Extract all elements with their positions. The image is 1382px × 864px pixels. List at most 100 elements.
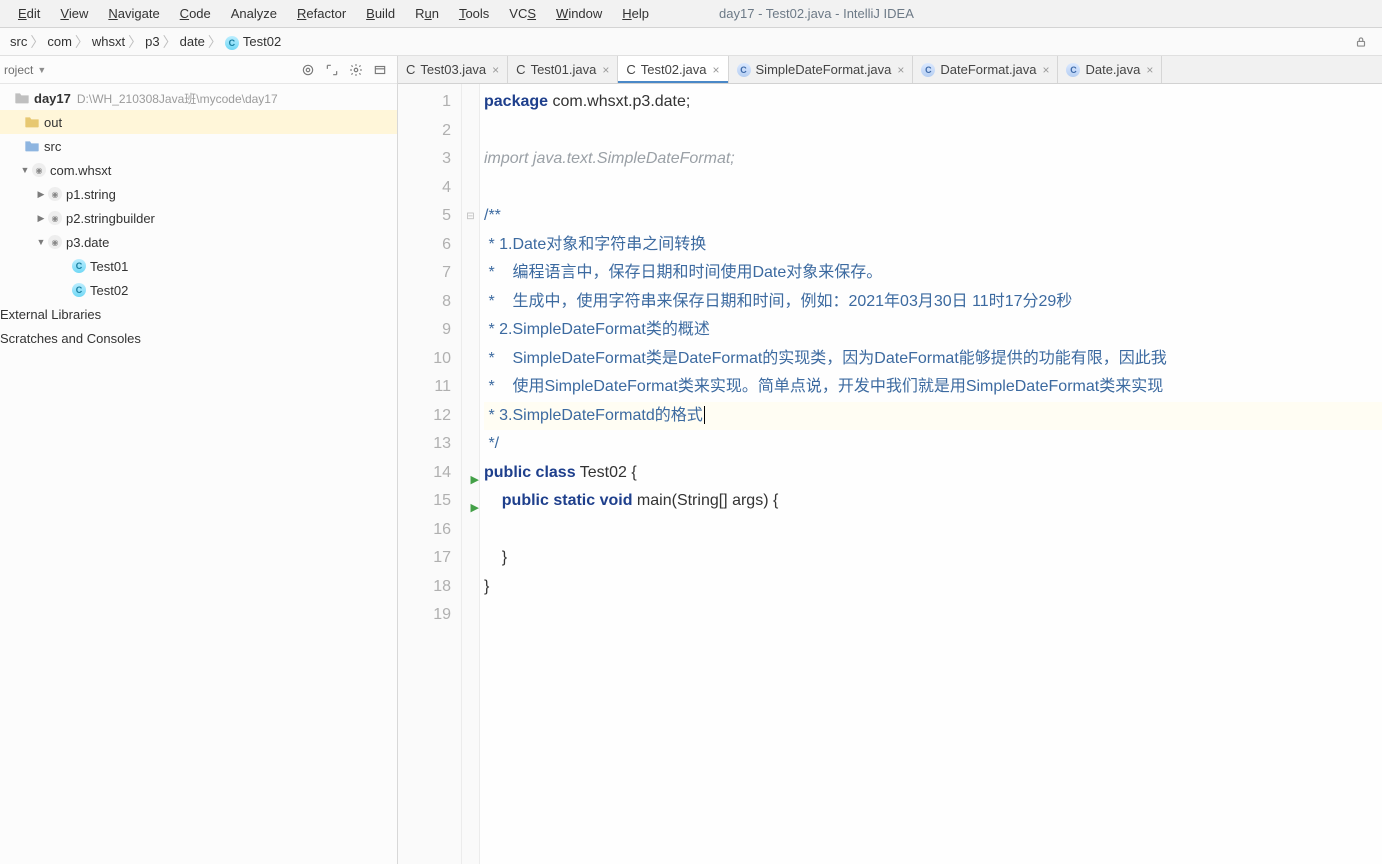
folder-icon	[24, 139, 40, 153]
breadcrumb-test02[interactable]: CTest02	[225, 34, 281, 50]
menu-tools[interactable]: Tools	[449, 4, 499, 23]
gutter: 1234567891011121314▶15▶16171819	[398, 84, 462, 864]
fold-marker	[462, 345, 479, 374]
run-gutter-icon[interactable]: ▶	[471, 466, 479, 495]
menu-vcs[interactable]: VCS	[499, 4, 546, 23]
tab-date-java[interactable]: CDate.java×	[1058, 56, 1162, 83]
java-lib-icon: C	[921, 63, 935, 77]
arrow-icon[interactable]	[34, 189, 48, 200]
tab-test03-java[interactable]: CTest03.java×	[398, 56, 508, 83]
sidebar-header: roject ▼	[0, 56, 397, 84]
close-icon[interactable]: ×	[492, 63, 499, 77]
menu-refactor[interactable]: Refactor	[287, 4, 356, 23]
menu-code[interactable]: Code	[170, 4, 221, 23]
target-icon[interactable]	[297, 59, 319, 81]
breadcrumb-p3[interactable]: p3	[145, 34, 159, 49]
code-line[interactable]: public static void main(String[] args) {	[484, 487, 1382, 516]
java-lib-icon: C	[737, 63, 751, 77]
tree-item-path: D:\WH_210308Java班\mycode\day17	[77, 90, 278, 107]
code-editor[interactable]: 1234567891011121314▶15▶16171819 ⊟ packag…	[398, 84, 1382, 864]
fold-marker	[462, 601, 479, 630]
code-line[interactable]: * SimpleDateFormat类是DateFormat的实现类，因为Dat…	[484, 345, 1382, 374]
java-class-icon: C	[72, 259, 86, 273]
expand-icon[interactable]	[321, 59, 343, 81]
fold-marker	[462, 231, 479, 260]
breadcrumb-com[interactable]: com	[47, 34, 72, 49]
code-line[interactable]: * 生成中，使用字符串来保存日期和时间，例如：2021年03月30日 11时17…	[484, 288, 1382, 317]
module-icon	[14, 91, 30, 105]
arrow-icon[interactable]	[34, 237, 48, 248]
tree-item-test02[interactable]: C Test02	[0, 278, 397, 302]
code-line[interactable]: }	[484, 544, 1382, 573]
code-line[interactable]: import java.text.SimpleDateFormat;	[484, 145, 1382, 174]
tree-item-p3-date[interactable]: ◉p3.date	[0, 230, 397, 254]
code-content[interactable]: package com.whsxt.p3.date; import java.te…	[480, 84, 1382, 864]
code-line[interactable]: * 使用SimpleDateFormat类来实现。简单点说，开发中我们就是用Si…	[484, 373, 1382, 402]
tab-test01-java[interactable]: CTest01.java×	[508, 56, 618, 83]
menu-view[interactable]: View	[50, 4, 98, 23]
package-icon: ◉	[48, 187, 62, 201]
tree-item-p2-stringbuilder[interactable]: ◉p2.stringbuilder	[0, 206, 397, 230]
fold-marker	[462, 145, 479, 174]
tree-item-day17[interactable]: day17D:\WH_210308Java班\mycode\day17	[0, 86, 397, 110]
fold-marker	[462, 117, 479, 146]
menu-window[interactable]: Window	[546, 4, 612, 23]
arrow-icon[interactable]	[34, 213, 48, 224]
tab-label: Test03.java	[420, 62, 486, 77]
tree-item-test01[interactable]: CTest01	[0, 254, 397, 278]
tab-test02-java[interactable]: CTest02.java×	[618, 56, 728, 83]
menu-help[interactable]: Help	[612, 4, 659, 23]
java-class-icon: C	[72, 283, 86, 297]
close-icon[interactable]: ×	[1146, 63, 1153, 77]
fold-marker	[462, 88, 479, 117]
tab-simpledateformat-java[interactable]: CSimpleDateFormat.java×	[729, 56, 914, 83]
tab-label: Test02.java	[641, 62, 707, 77]
arrow-icon[interactable]	[18, 165, 32, 176]
code-line[interactable]: * 1.Date对象和字符串之间转换	[484, 231, 1382, 260]
gear-icon[interactable]	[345, 59, 367, 81]
code-line[interactable]: public class Test02 {	[484, 459, 1382, 488]
code-line[interactable]: /**	[484, 202, 1382, 231]
chevron-down-icon[interactable]: ▼	[37, 65, 46, 75]
menu-navigate[interactable]: Navigate	[98, 4, 169, 23]
code-line[interactable]: * 2.SimpleDateFormat类的概述	[484, 316, 1382, 345]
tree-item-src[interactable]: src	[0, 134, 397, 158]
code-line[interactable]: * 编程语言中，保存日期和时间使用Date对象来保存。	[484, 259, 1382, 288]
tab-dateformat-java[interactable]: CDateFormat.java×	[913, 56, 1058, 83]
tree-item-scratches-and-consoles[interactable]: Scratches and Consoles	[0, 326, 397, 350]
run-gutter-icon[interactable]: ▶	[471, 494, 479, 523]
code-line[interactable]: package com.whsxt.p3.date;	[484, 88, 1382, 117]
close-icon[interactable]: ×	[713, 63, 720, 77]
code-line[interactable]	[484, 516, 1382, 545]
hide-icon[interactable]	[369, 59, 391, 81]
code-line[interactable]: }	[484, 573, 1382, 602]
breadcrumb-src[interactable]: src	[10, 34, 27, 49]
code-line[interactable]	[484, 601, 1382, 630]
editor-area: CTest03.java×CTest01.java×CTest02.java×C…	[398, 56, 1382, 864]
tree-item-p1-string[interactable]: ◉p1.string	[0, 182, 397, 206]
tree-item-out[interactable]: out	[0, 110, 397, 134]
menu-edit[interactable]: Edit	[8, 4, 50, 23]
folder-icon	[24, 115, 40, 129]
tree-item-label: Test02	[90, 283, 128, 298]
breadcrumb-whsxt[interactable]: whsxt	[92, 34, 125, 49]
menu-bar: EditViewNavigateCodeAnalyzeRefactorBuild…	[0, 0, 1382, 28]
code-line[interactable]	[484, 174, 1382, 203]
fold-marker[interactable]: ⊟	[462, 202, 479, 231]
menu-run[interactable]: Run	[405, 4, 449, 23]
close-icon[interactable]: ×	[602, 63, 609, 77]
code-line[interactable]: */	[484, 430, 1382, 459]
close-icon[interactable]: ×	[1042, 63, 1049, 77]
breadcrumb-date[interactable]: date	[180, 34, 205, 49]
close-icon[interactable]: ×	[897, 63, 904, 77]
tree-item-com-whsxt[interactable]: ◉com.whsxt	[0, 158, 397, 182]
menu-analyze[interactable]: Analyze	[221, 4, 287, 23]
tree-item-label: src	[44, 139, 61, 154]
fold-marker	[462, 316, 479, 345]
project-tree: day17D:\WH_210308Java班\mycode\day17out sr…	[0, 84, 397, 864]
sidebar-title[interactable]: roject	[4, 63, 33, 77]
code-line[interactable]: * 3.SimpleDateFormatd的格式	[484, 402, 1382, 431]
code-line[interactable]	[484, 117, 1382, 146]
menu-build[interactable]: Build	[356, 4, 405, 23]
tree-item-external-libraries[interactable]: External Libraries	[0, 302, 397, 326]
